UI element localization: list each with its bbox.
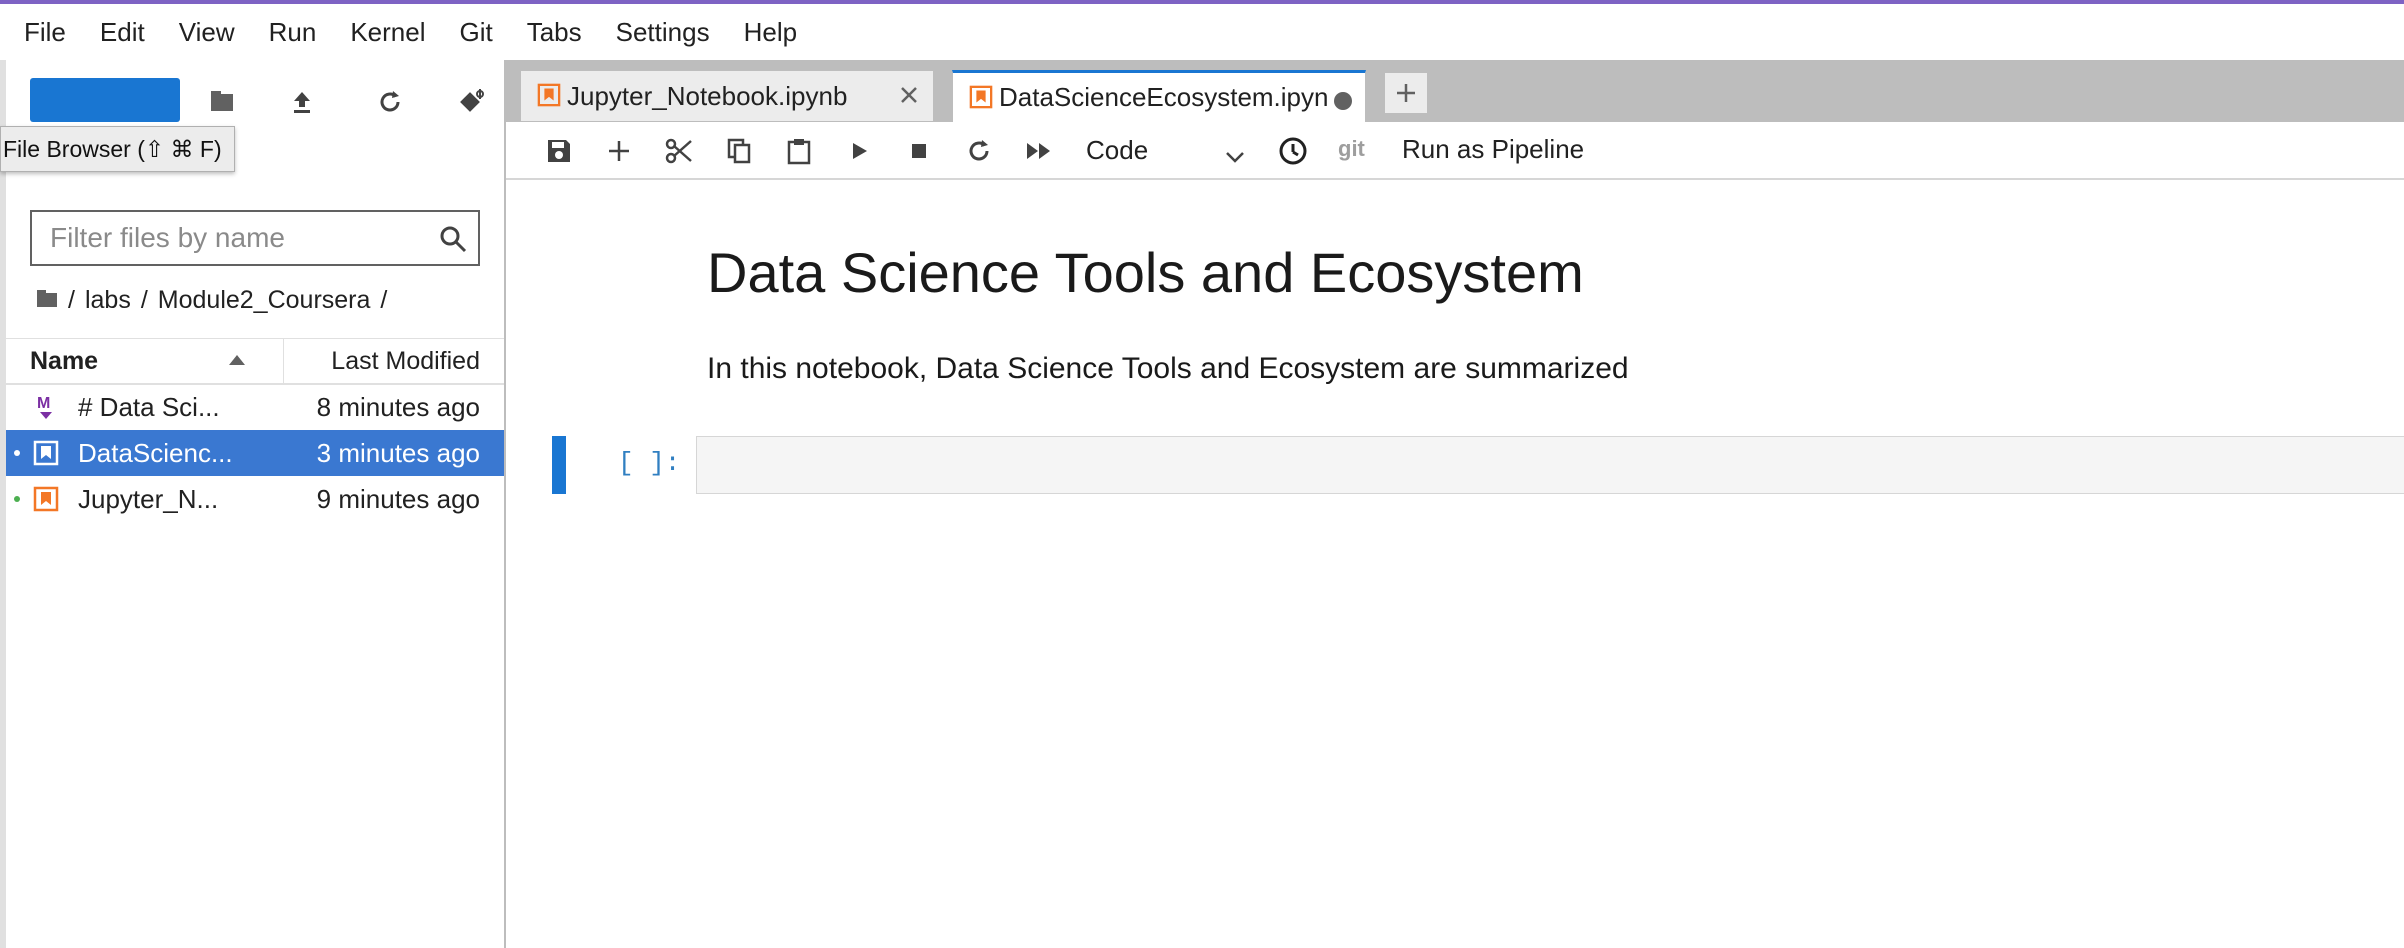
file-row-jupyter-notebook[interactable]: Jupyter_N... 9 minutes ago <box>6 476 504 522</box>
breadcrumb-separator: / <box>380 285 388 314</box>
menu-kernel[interactable]: Kernel <box>333 4 442 60</box>
tab-label: Jupyter_Notebook.ipynb <box>567 80 848 111</box>
menu-edit[interactable]: Edit <box>83 4 162 60</box>
notebook-icon <box>32 485 60 513</box>
paste-icon[interactable] <box>782 134 816 168</box>
running-indicator <box>14 450 20 456</box>
cell-type-value: Code <box>1086 135 1149 165</box>
column-header-last-modified[interactable]: Last Modified <box>331 347 480 376</box>
menu-git[interactable]: Git <box>442 4 509 60</box>
file-row-markdown[interactable]: M # Data Sci... 8 minutes ago <box>6 384 504 430</box>
restart-icon[interactable] <box>962 134 996 168</box>
file-name: DataScienc... <box>78 437 233 468</box>
git-label[interactable]: git <box>1338 136 1365 162</box>
cut-icon[interactable] <box>662 134 696 168</box>
sort-ascending-icon[interactable] <box>228 353 246 371</box>
run-as-pipeline-button[interactable]: Run as Pipeline <box>1402 134 1584 165</box>
file-listing-header: Name Last Modified <box>6 338 504 385</box>
folder-icon[interactable] <box>36 286 58 315</box>
notebook-content: Data Science Tools and Ecosystem In this… <box>506 180 2404 948</box>
tab-jupyter-notebook[interactable]: Jupyter_Notebook.ipynb <box>520 70 934 122</box>
copy-icon[interactable] <box>722 134 756 168</box>
insert-cell-icon[interactable] <box>602 134 636 168</box>
column-header-name[interactable]: Name <box>30 347 98 376</box>
file-browser-tooltip: File Browser (⇧ ⌘ F) <box>0 126 235 172</box>
refresh-icon[interactable] <box>370 82 410 122</box>
cell-type-select[interactable]: Code <box>1086 132 1246 168</box>
markdown-icon: M <box>32 393 60 421</box>
clock-icon[interactable] <box>1276 134 1310 168</box>
cell-prompt: [ ]: <box>618 448 681 478</box>
filter-files-field <box>30 210 480 266</box>
breadcrumb-module2[interactable]: Module2_Coursera <box>158 286 371 315</box>
main-area: Jupyter_Notebook.ipynb DataScienceEcosys… <box>506 60 2404 948</box>
run-icon[interactable] <box>842 134 876 168</box>
save-icon[interactable] <box>542 134 576 168</box>
add-tab-button[interactable] <box>1384 72 1428 114</box>
search-icon <box>438 224 468 254</box>
code-cell-input[interactable] <box>696 436 2404 494</box>
unsaved-dot-icon[interactable] <box>1333 87 1353 118</box>
tab-label: DataScienceEcosystem.ipyn <box>999 82 1329 112</box>
menu-settings[interactable]: Settings <box>599 4 727 60</box>
plus-icon <box>1397 84 1415 102</box>
svg-text:M: M <box>37 395 50 412</box>
new-launcher-button[interactable] <box>30 78 180 122</box>
file-browser-panel: File Browser (⇧ ⌘ F) / labs / Module2_Co… <box>0 60 506 948</box>
file-row-datascience-notebook[interactable]: DataScienc... 3 minutes ago <box>6 430 504 476</box>
upload-icon[interactable] <box>282 82 322 122</box>
tab-datascience-ecosystem[interactable]: DataScienceEcosystem.ipyn <box>952 70 1366 122</box>
file-modified: 9 minutes ago <box>316 483 480 514</box>
new-folder-icon[interactable] <box>202 82 242 122</box>
tab-bar: Jupyter_Notebook.ipynb DataScienceEcosys… <box>506 60 2404 122</box>
breadcrumb-labs[interactable]: labs <box>85 286 131 315</box>
filter-files-input[interactable] <box>32 221 442 255</box>
git-clone-icon[interactable] <box>452 82 492 122</box>
menu-help[interactable]: Help <box>727 4 814 60</box>
notebook-icon <box>537 83 561 114</box>
file-name: Jupyter_N... <box>78 483 219 514</box>
fast-forward-icon[interactable] <box>1022 134 1056 168</box>
menu-file[interactable]: File <box>0 4 83 60</box>
notebook-icon <box>969 85 993 116</box>
menu-view[interactable]: View <box>162 4 252 60</box>
menu-bar: File Edit View Run Kernel Git Tabs Setti… <box>0 4 2404 60</box>
breadcrumb: / labs / Module2_Coursera / <box>36 282 397 318</box>
breadcrumb-separator: / <box>68 285 75 314</box>
file-name: # Data Sci... <box>78 391 220 422</box>
sidebar-edge <box>0 60 6 948</box>
notebook-toolbar: Code git Run as Pipeline <box>506 122 2404 180</box>
markdown-heading: Data Science Tools and Ecosystem <box>707 241 1584 304</box>
notebook-icon <box>32 439 60 467</box>
menu-run[interactable]: Run <box>252 4 334 60</box>
breadcrumb-separator: / <box>140 285 148 314</box>
chevron-down-icon <box>1224 140 1246 176</box>
close-icon[interactable] <box>897 83 921 114</box>
markdown-paragraph: In this notebook, Data Science Tools and… <box>707 352 1629 385</box>
active-cell-indicator[interactable] <box>552 436 566 494</box>
running-indicator <box>14 496 20 502</box>
file-modified: 3 minutes ago <box>316 437 480 468</box>
stop-icon[interactable] <box>902 134 936 168</box>
menu-tabs[interactable]: Tabs <box>510 4 599 60</box>
column-divider[interactable] <box>283 339 284 383</box>
file-modified: 8 minutes ago <box>316 391 480 422</box>
